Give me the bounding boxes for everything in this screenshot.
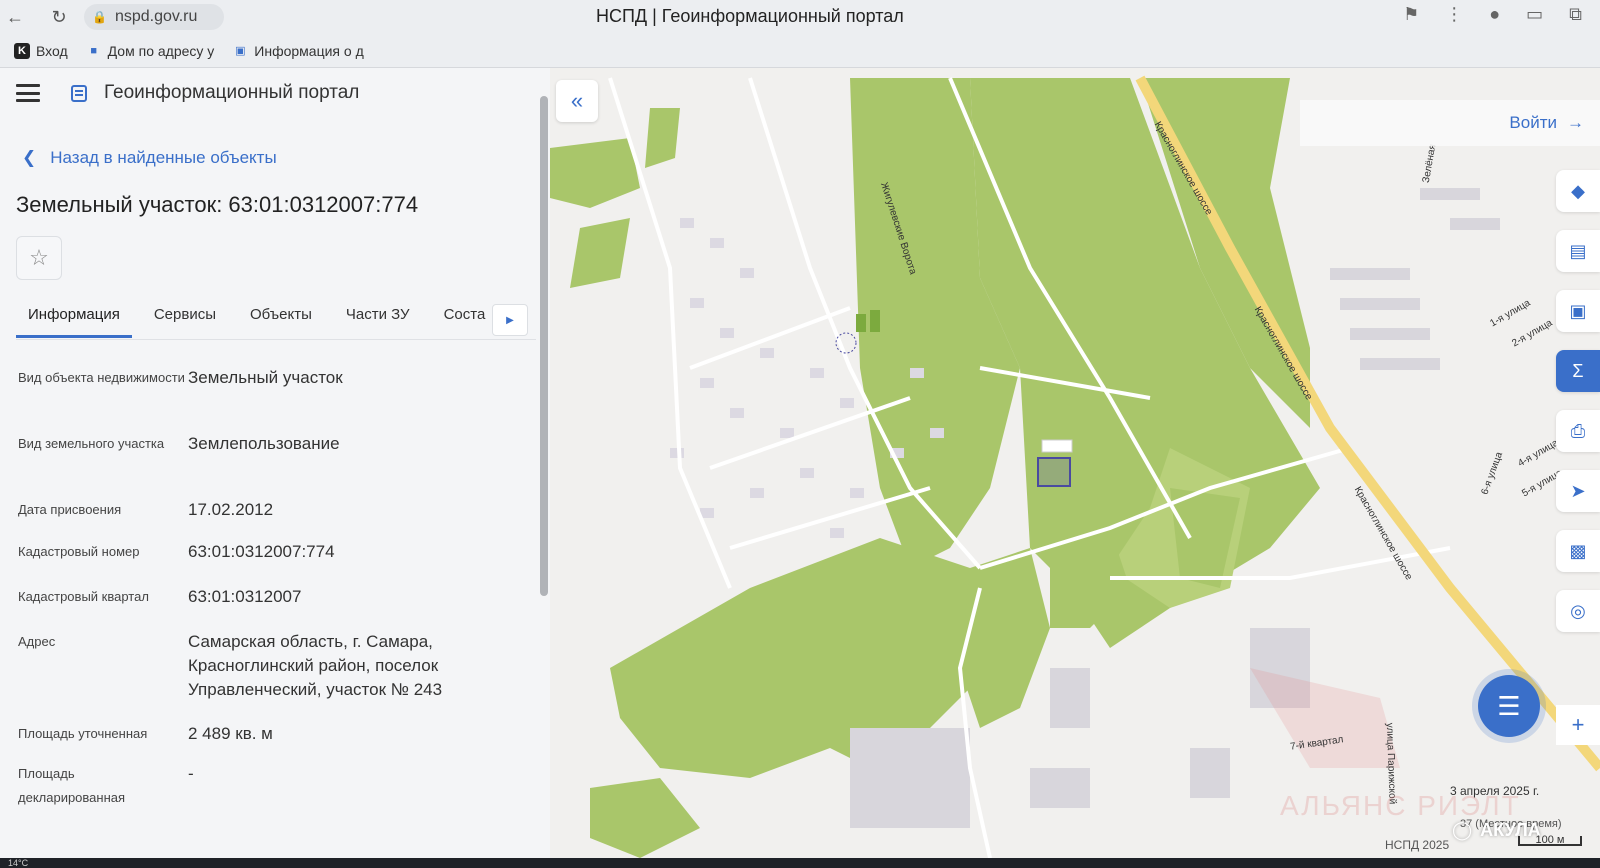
info-label: Площадь уточненная (18, 726, 148, 741)
info-row-area-declared: Площадь декларированная - (18, 762, 518, 810)
url-text: nspd.gov.ru (114, 8, 198, 25)
favorite-button[interactable]: ☆ (16, 236, 62, 280)
bookmark-house[interactable]: ■ Дом по адресу у (86, 42, 215, 59)
k-icon: K (14, 42, 30, 59)
plus-icon: + (1571, 712, 1585, 737)
measure-icon[interactable]: Σ (1556, 350, 1600, 392)
login-label: Войти (1509, 113, 1557, 132)
info-label: Вид земельного участка (18, 436, 165, 451)
collapse-panel-button[interactable]: « (556, 80, 598, 122)
highlighted-parcel (1037, 457, 1071, 487)
map-scale: 100 м (1518, 835, 1582, 846)
bookmark-label: Информация о д (254, 42, 364, 59)
share-icon[interactable]: ⧉ (1569, 4, 1582, 25)
info-value: Самарская область, г. Самара, Красноглин… (188, 632, 443, 699)
back-to-results-link[interactable]: ❮ Назад в найденные объекты (22, 148, 277, 168)
info-row-address: Адрес Самарская область, г. Самара, Крас… (18, 630, 518, 702)
bookmark-info[interactable]: ▣ Информация о д (232, 42, 364, 59)
akula-logo-icon: ◯ (1452, 820, 1473, 840)
bookmarks-bar: K Вход ■ Дом по адресу у ▣ Информация о … (0, 34, 1600, 68)
login-button[interactable]: Войти → (1300, 100, 1600, 146)
info-label: Кадастровый номер (18, 544, 140, 559)
bookmark-label: Вход (36, 42, 68, 59)
hamburger-menu-icon[interactable] (16, 84, 40, 102)
tabs-scroll-right-button[interactable]: ▶ (492, 304, 528, 336)
info-value: Земельный участок (188, 368, 343, 387)
portal-header: Геоинформационный портал (16, 82, 359, 104)
map-date: 3 апреля 2025 г. (1450, 784, 1540, 798)
menu-dots-icon[interactable]: ⋮ (1445, 4, 1463, 25)
info-value: Землепользование (188, 434, 340, 453)
print-icon[interactable]: ⎙ (1556, 410, 1600, 452)
info-value: 17.02.2012 (188, 500, 274, 519)
battery-icon: ▭ (1526, 4, 1544, 24)
info-label: Площадь декларированная (18, 766, 126, 805)
ruler-icon[interactable]: ▤ (1556, 230, 1600, 272)
chat-button[interactable]: ☰ (1478, 675, 1540, 737)
address-bar[interactable]: 🔒 nspd.gov.ru (84, 4, 224, 30)
screen: { "browser": { "url": "nspd.gov.ru", "ta… (0, 0, 1600, 868)
map-toolbar: ◆ ▤ ▣ Σ ⎙ ➤ ▩ ◎ (1556, 170, 1600, 632)
portal-title: Геоинформационный портал (104, 82, 360, 103)
info-label: Вид объекта недвижимости (18, 370, 185, 385)
tab-services[interactable]: Сервисы (142, 300, 228, 338)
info-row-cadastral-number: Кадастровый номер 63:01:0312007:774 (18, 540, 518, 564)
building-icon: ▣ (235, 45, 246, 57)
extension-icon[interactable]: ● (1489, 4, 1500, 25)
info-value[interactable]: 63:01:0312007:774 (188, 540, 335, 564)
house-icon: ■ (90, 44, 97, 57)
panel-scrollbar[interactable] (538, 76, 548, 836)
lock-icon: 🔒 (92, 10, 107, 24)
tab-parts[interactable]: Части ЗУ (334, 300, 422, 338)
tab-information[interactable]: Информация (16, 300, 132, 338)
taskbar: 14°C (0, 858, 1600, 868)
bookmark-label: Дом по адресу у (107, 42, 215, 59)
chat-icon: ☰ (1497, 690, 1521, 721)
info-row-area-specified: Площадь уточненная 2 489 кв. м (18, 722, 518, 746)
triangle-right-icon: ▶ (506, 314, 514, 326)
browser-toolbar: ← ↻ 🔒 nspd.gov.ru НСПД | Геоинформационн… (0, 0, 1600, 34)
minimap-icon[interactable]: ▩ (1556, 530, 1600, 572)
object-title: Земельный участок: 63:01:0312007:774 (16, 192, 419, 217)
info-value: - (188, 764, 194, 783)
weather-text: 14°C (8, 858, 29, 868)
info-row-object-type: Вид объекта недвижимости Земельный участ… (18, 366, 518, 390)
info-row-land-type: Вид земельного участка Землепользование (18, 432, 518, 456)
info-label: Дата присвоения (18, 502, 122, 517)
portal-logo-icon (71, 85, 87, 102)
info-value: 2 489 кв. м (188, 724, 273, 743)
object-info-panel: Геоинформационный портал ❮ Назад в найде… (0, 68, 550, 858)
back-arrow-icon[interactable]: ← (0, 2, 30, 32)
info-row-cadastral-quarter: Кадастровый квартал 63:01:0312007 (18, 585, 518, 609)
tab-bar: Информация Сервисы Объекты Части ЗУ Сост… (16, 300, 536, 340)
info-label: Кадастровый квартал (18, 589, 149, 604)
back-link-label: Назад в найденные объекты (50, 148, 277, 167)
bookmark-icon[interactable]: ⚑ (1403, 4, 1419, 25)
tab-composition[interactable]: Соста (432, 300, 498, 338)
browser-actions: ⚑ ⋮ ● ▭ ⧉ (1403, 4, 1582, 25)
star-icon: ☆ (29, 245, 49, 270)
reload-icon[interactable]: ↻ (44, 2, 74, 32)
info-label: Адрес (18, 634, 56, 649)
info-value[interactable]: 63:01:0312007 (188, 585, 301, 609)
map-canvas[interactable]: Жигулевские Ворота Красноглинское шоссе … (550, 68, 1600, 858)
login-arrow-icon: → (1567, 113, 1584, 132)
double-chevron-left-icon: « (570, 88, 584, 113)
bookmark-login[interactable]: K Вход (14, 42, 68, 59)
navigate-icon[interactable]: ➤ (1556, 470, 1600, 512)
scrollbar-thumb[interactable] (540, 96, 548, 596)
chevron-left-icon: ❮ (22, 148, 37, 167)
map-graphics (550, 68, 1600, 858)
tab-title: НСПД | Геоинформационный портал (596, 6, 904, 26)
locate-icon[interactable]: ◎ (1556, 590, 1600, 632)
info-row-date: Дата присвоения 17.02.2012 (18, 498, 518, 522)
select-area-icon[interactable]: ▣ (1556, 290, 1600, 332)
map-copyright: НСПД 2025 (1385, 838, 1450, 852)
zoom-in-button[interactable]: + (1556, 705, 1600, 745)
tab-objects[interactable]: Объекты (238, 300, 324, 338)
layers-icon[interactable]: ◆ (1556, 170, 1600, 212)
